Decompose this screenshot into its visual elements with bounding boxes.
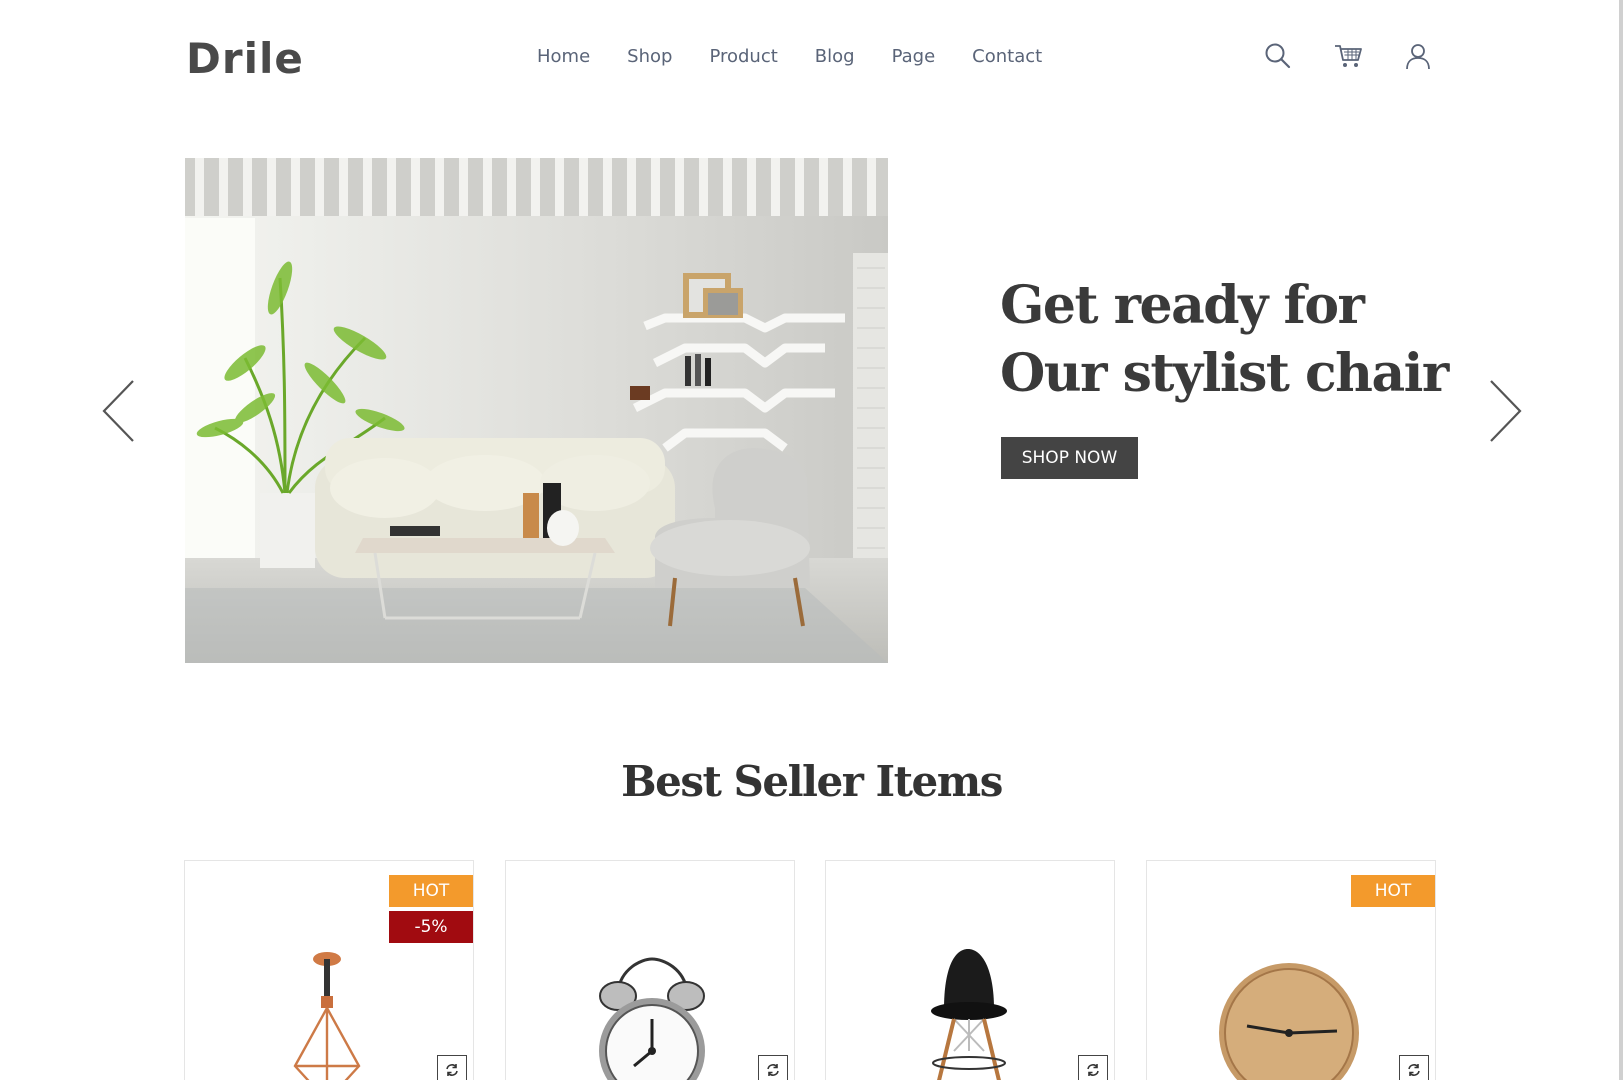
- nav-product[interactable]: Product: [709, 46, 777, 67]
- hot-badge: HOT: [1351, 875, 1435, 907]
- carousel-prev-button[interactable]: [100, 378, 140, 444]
- product-card[interactable]: [505, 860, 795, 1080]
- nav-page[interactable]: Page: [892, 46, 936, 67]
- discount-badge: -5%: [389, 911, 473, 943]
- product-image-black-chair: [826, 861, 1114, 1080]
- nav-shop[interactable]: Shop: [627, 46, 672, 67]
- product-card[interactable]: HOT: [1146, 860, 1436, 1080]
- hot-badge: HOT: [389, 875, 473, 907]
- refresh-icon[interactable]: [1078, 1055, 1108, 1080]
- page-scrollbar[interactable]: [1619, 0, 1623, 1080]
- site-header: Drile Home Shop Product Blog Page Contac…: [0, 0, 1623, 120]
- refresh-icon[interactable]: [1399, 1055, 1429, 1080]
- hero-image: [185, 158, 888, 663]
- site-logo[interactable]: Drile: [186, 34, 304, 83]
- refresh-icon[interactable]: [758, 1055, 788, 1080]
- carousel-next-button[interactable]: [1484, 378, 1524, 444]
- hero-title: Get ready for Our stylist chair: [1000, 275, 1449, 404]
- header-actions: [1262, 40, 1434, 72]
- refresh-icon[interactable]: [437, 1055, 467, 1080]
- product-card[interactable]: [825, 860, 1115, 1080]
- nav-contact[interactable]: Contact: [972, 46, 1042, 67]
- search-icon[interactable]: [1262, 40, 1294, 72]
- cart-icon[interactable]: [1332, 40, 1364, 72]
- nav-blog[interactable]: Blog: [815, 46, 855, 67]
- product-image-alarm-clock: [506, 861, 794, 1080]
- product-card[interactable]: HOT -5%: [184, 860, 474, 1080]
- nav-home[interactable]: Home: [537, 46, 590, 67]
- user-icon[interactable]: [1402, 40, 1434, 72]
- section-title: Best Seller Items: [621, 757, 1003, 806]
- main-nav: Home Shop Product Blog Page Contact: [537, 46, 1079, 67]
- shop-now-button[interactable]: SHOP NOW: [1001, 437, 1138, 479]
